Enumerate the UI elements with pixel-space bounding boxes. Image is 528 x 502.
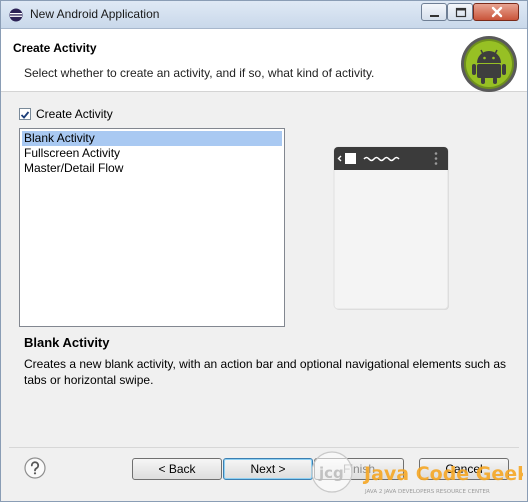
template-title: Blank Activity bbox=[24, 335, 110, 350]
minimize-button[interactable] bbox=[421, 3, 447, 21]
footer-divider bbox=[9, 447, 519, 448]
page-description: Select whether to create an activity, an… bbox=[24, 66, 375, 80]
template-description: Creates a new blank activity, with an ac… bbox=[24, 357, 507, 387]
watermark-tagline: JAVA 2 JAVA DEVELOPERS RESOURCE CENTER bbox=[364, 489, 490, 495]
window-title: New Android Application bbox=[30, 7, 160, 21]
watermark-brand: Java Code Geeks bbox=[362, 463, 523, 485]
wizard-header: Create Activity Select whether to create… bbox=[1, 29, 527, 92]
new-android-application-dialog: New Android Application Create Activity … bbox=[0, 0, 528, 502]
app-icon-placeholder bbox=[345, 153, 356, 164]
create-activity-label: Create Activity bbox=[36, 107, 113, 121]
close-icon bbox=[491, 6, 503, 18]
svg-text:jcg: jcg bbox=[318, 464, 344, 482]
list-item-master-detail-flow[interactable]: Master/Detail Flow bbox=[22, 161, 282, 176]
template-preview-image bbox=[333, 146, 449, 310]
list-item-fullscreen-activity[interactable]: Fullscreen Activity bbox=[22, 146, 282, 161]
page-title: Create Activity bbox=[13, 41, 97, 55]
maximize-icon bbox=[455, 7, 467, 18]
back-button[interactable]: < Back bbox=[132, 458, 222, 480]
minimize-icon bbox=[430, 15, 439, 17]
checkmark-icon bbox=[20, 111, 30, 119]
java-code-geeks-watermark: jcg Java Code Geeks JAVA 2 JAVA DEVELOPE… bbox=[311, 451, 523, 495]
help-icon[interactable] bbox=[24, 457, 46, 479]
list-item-blank-activity[interactable]: Blank Activity bbox=[22, 131, 282, 146]
title-bar: New Android Application bbox=[1, 1, 527, 29]
maximize-button[interactable] bbox=[447, 3, 473, 21]
eclipse-icon bbox=[9, 8, 23, 22]
create-activity-checkbox[interactable] bbox=[19, 108, 31, 120]
next-button[interactable]: Next > bbox=[223, 458, 313, 480]
close-button[interactable] bbox=[473, 3, 519, 21]
android-logo-icon bbox=[461, 36, 517, 92]
activity-template-list[interactable]: Blank Activity Fullscreen Activity Maste… bbox=[19, 128, 285, 327]
